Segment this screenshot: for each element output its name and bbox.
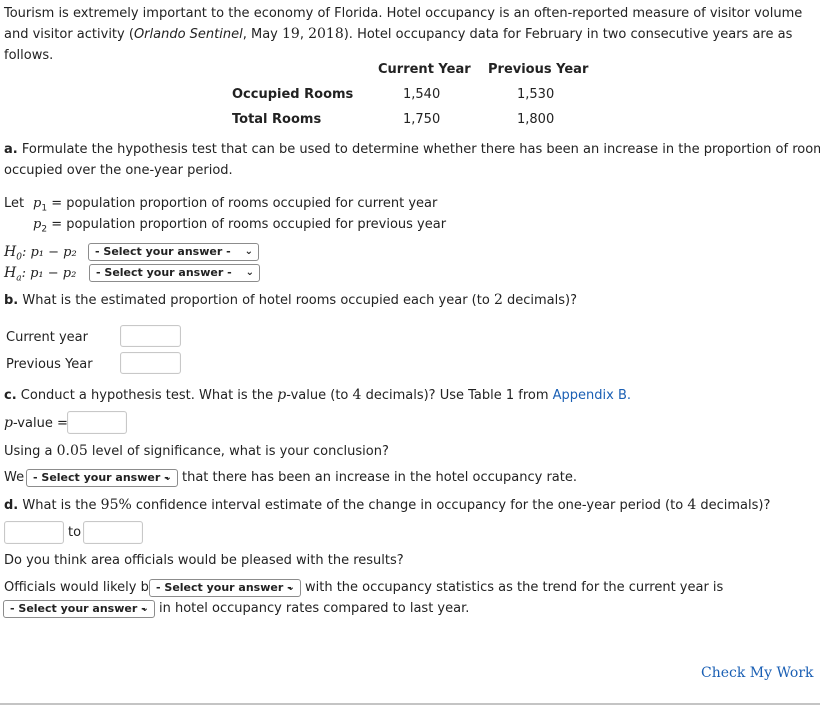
- we-label: We: [4, 470, 25, 485]
- pleased-question: Do you think area officials would be ple…: [4, 553, 404, 568]
- significance-question: Using a 0.05 level of significance, what…: [4, 443, 389, 459]
- chevron-down-icon: ⌄: [140, 603, 149, 614]
- appendix-b-link[interactable]: Appendix B.: [553, 388, 631, 403]
- check-my-work-button[interactable]: Check My Work: [701, 665, 814, 681]
- chevron-down-icon: ⌄: [245, 267, 254, 278]
- officials-text: Officials would likely be: [4, 580, 157, 595]
- trend-select[interactable]: - Select your answer - ⌄: [3, 600, 155, 618]
- conclusion-text: that there has been an increase in the h…: [182, 470, 577, 485]
- cell-previous: 1,800: [517, 112, 555, 127]
- ci-lower-input[interactable]: [4, 521, 64, 544]
- h0-select[interactable]: - Select your answer - ⌄: [88, 243, 259, 261]
- chevron-down-icon: ⌄: [286, 582, 295, 593]
- officials-select[interactable]: - Select your answer - ⌄: [149, 579, 301, 597]
- current-year-input[interactable]: [120, 325, 181, 347]
- row-label: Occupied Rooms: [232, 87, 354, 102]
- table-header-current: Current Year: [378, 62, 471, 77]
- cell-previous: 1,530: [517, 87, 555, 102]
- officials-post-text: with the occupancy statistics as the tre…: [305, 580, 724, 595]
- part-d-question: d. What is the 95% confidence interval e…: [4, 497, 771, 513]
- pvalue-label: p-value =: [4, 415, 68, 431]
- part-b-question: b. What is the estimated proportion of h…: [4, 292, 577, 308]
- ha-expression: Ha: p₁ − p₂: [4, 265, 77, 284]
- p2-definition: p2 = population proportion of rooms occu…: [33, 217, 447, 235]
- ha-select[interactable]: - Select your answer - ⌄: [89, 264, 260, 282]
- chevron-down-icon: ⌄: [163, 472, 172, 483]
- h0-expression: H0: p₁ − p₂: [4, 244, 77, 263]
- part-c-question: c. Conduct a hypothesis test. What is th…: [4, 387, 632, 403]
- chevron-down-icon: ⌄: [244, 246, 253, 257]
- row-label: Total Rooms: [232, 112, 322, 127]
- part-a-question: a. Formulate the hypothesis test that ca…: [4, 142, 820, 157]
- current-year-label: Current year: [6, 330, 88, 345]
- trend-post-text: in hotel occupancy rates compared to las…: [159, 601, 470, 616]
- conclusion-select[interactable]: - Select your answer - ⌄: [26, 469, 178, 487]
- cell-current: 1,750: [403, 112, 441, 127]
- let-label: Let: [4, 196, 25, 211]
- previous-year-label: Previous Year: [6, 357, 93, 372]
- source-name: Orlando Sentinel: [133, 27, 243, 42]
- pvalue-input[interactable]: [67, 411, 127, 434]
- previous-year-input[interactable]: [120, 352, 181, 374]
- intro-paragraph: Tourism is extremely important to the ec…: [4, 6, 803, 63]
- cell-current: 1,540: [403, 87, 441, 102]
- ci-upper-input[interactable]: [83, 521, 143, 544]
- p1-definition: p1 = population proportion of rooms occu…: [33, 196, 438, 214]
- part-a-question-cont: occupied over the one-year period.: [4, 163, 233, 178]
- to-label: to: [68, 525, 82, 540]
- table-header-previous: Previous Year: [488, 62, 589, 77]
